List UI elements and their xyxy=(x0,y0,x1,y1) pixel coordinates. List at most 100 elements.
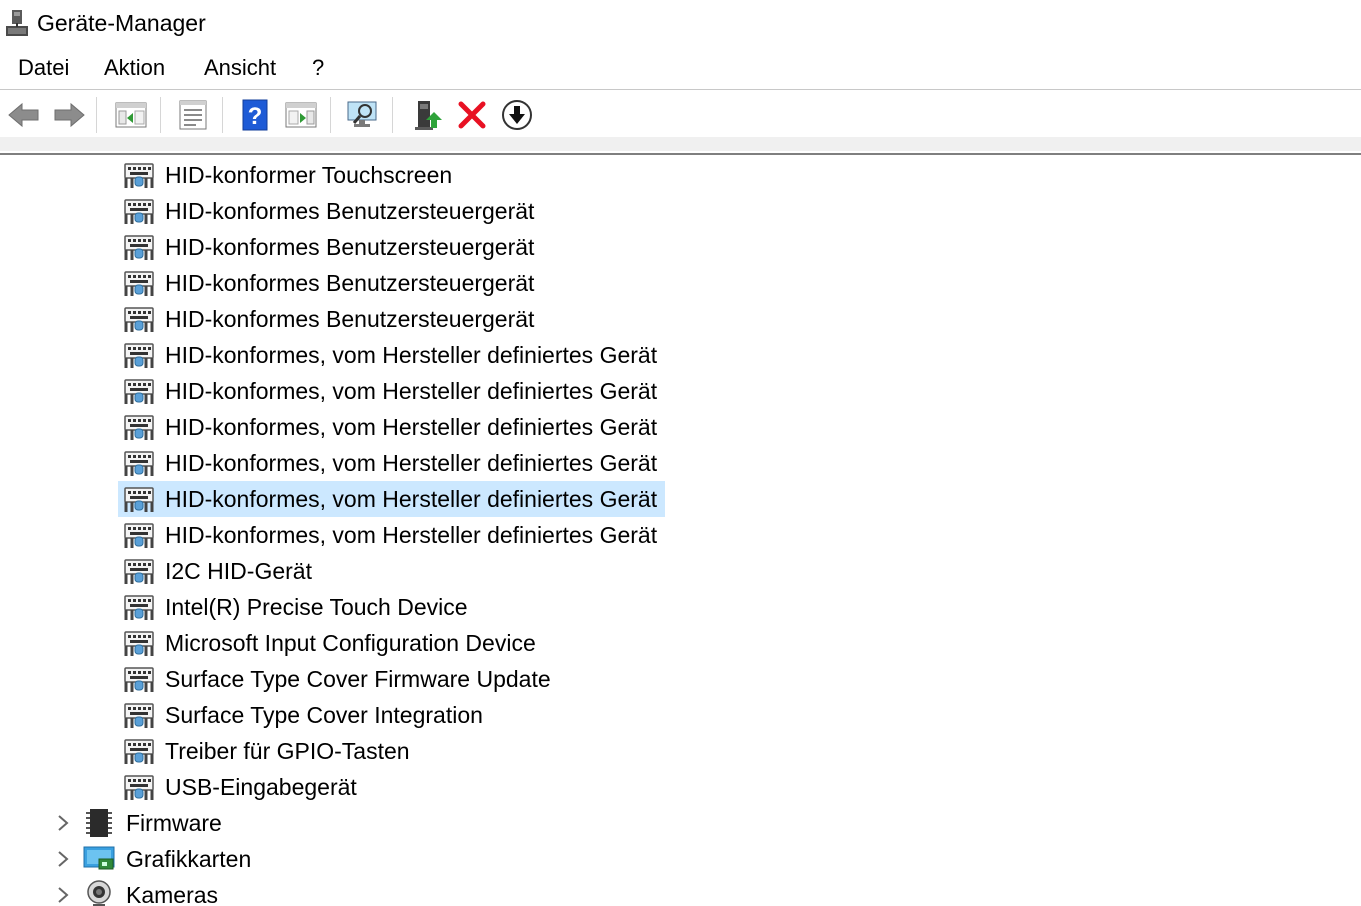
tree-item[interactable]: HID-konformes Benutzersteuergerät xyxy=(118,265,542,301)
properties-button[interactable] xyxy=(174,97,212,133)
tree-category[interactable]: Kameras xyxy=(82,877,218,906)
tree-item[interactable]: Treiber für GPIO-Tasten xyxy=(118,733,418,769)
tree-item-label: USB-Eingabegerät xyxy=(165,773,357,800)
back-icon xyxy=(8,102,39,128)
tree-item-label: Surface Type Cover Firmware Update xyxy=(165,665,551,692)
device-manager-window: Geräte-Manager Datei Aktion Ansicht ? ? … xyxy=(0,0,1361,906)
tree-category-label: Kameras xyxy=(126,881,219,906)
tree-category[interactable]: Firmware xyxy=(82,805,222,841)
toolbar-bottom-gap xyxy=(0,137,1361,151)
device-tree: HID-konformer Touchscreen HID-konformes B… xyxy=(0,153,1361,906)
properties-icon xyxy=(179,100,207,130)
hid-device-icon xyxy=(124,307,154,332)
tree-item-label: Intel(R) Precise Touch Device xyxy=(165,593,468,620)
hid-device-icon xyxy=(124,523,154,548)
help-icon: ? xyxy=(242,99,268,131)
run-action-button[interactable] xyxy=(282,97,320,133)
tree-category-label: Firmware xyxy=(126,809,222,836)
toolbar-separator xyxy=(392,97,393,133)
menu-ansicht[interactable]: Ansicht xyxy=(204,55,276,81)
tree-item[interactable]: HID-konformer Touchscreen xyxy=(118,157,460,193)
svg-text:?: ? xyxy=(248,103,263,130)
tree-item[interactable]: HID-konformes Benutzersteuergerät xyxy=(118,301,542,337)
help-button[interactable]: ? xyxy=(236,97,274,133)
tree-category[interactable]: Grafikkarten xyxy=(82,841,251,877)
uninstall-icon xyxy=(458,101,486,129)
hid-device-icon xyxy=(124,379,154,404)
hid-device-icon xyxy=(124,199,154,224)
tree-item[interactable]: HID-konformes, vom Hersteller definierte… xyxy=(118,517,665,553)
tree-item-label: I2C HID-Gerät xyxy=(165,557,312,584)
menu-datei[interactable]: Datei xyxy=(18,55,69,81)
tree-item[interactable]: HID-konformes Benutzersteuergerät xyxy=(118,229,542,265)
tree-item-label: HID-konformes, vom Hersteller definierte… xyxy=(165,485,658,512)
tree-item-label: HID-konformes, vom Hersteller definierte… xyxy=(165,341,658,368)
tree-item[interactable]: Surface Type Cover Integration xyxy=(118,697,491,733)
expand-chevron-icon[interactable] xyxy=(55,849,71,869)
tree-item-label: HID-konformes, vom Hersteller definierte… xyxy=(165,521,658,548)
scan-hardware-icon xyxy=(347,101,377,127)
menu-aktion[interactable]: Aktion xyxy=(104,55,165,81)
tree-item[interactable]: HID-konformes Benutzersteuergerät xyxy=(118,193,542,229)
tree-item[interactable]: HID-konformes, vom Hersteller definierte… xyxy=(118,445,665,481)
uninstall-button[interactable] xyxy=(453,97,491,133)
hid-device-icon xyxy=(124,451,154,476)
tree-item-label: HID-konformes, vom Hersteller definierte… xyxy=(165,377,658,404)
expand-chevron-icon[interactable] xyxy=(55,885,71,905)
tree-item-selected[interactable]: HID-konformes, vom Hersteller definierte… xyxy=(118,481,666,517)
hid-device-icon xyxy=(124,235,154,260)
title-bar: Geräte-Manager xyxy=(0,0,1361,46)
toolbar-separator xyxy=(96,97,97,133)
forward-icon xyxy=(54,102,85,128)
menu-bar: Datei Aktion Ansicht ? xyxy=(0,50,1361,88)
show-hide-console-tree-button[interactable] xyxy=(112,97,150,133)
hid-device-icon xyxy=(124,343,154,368)
toolbar-separator xyxy=(222,97,223,133)
hid-device-icon xyxy=(124,739,154,764)
camera-icon xyxy=(87,880,111,906)
back-button[interactable] xyxy=(5,97,43,133)
toolbar-separator xyxy=(330,97,331,133)
show-hide-console-tree-icon xyxy=(115,102,147,128)
tree-item-label: HID-konformer Touchscreen xyxy=(165,161,453,188)
hid-device-icon xyxy=(124,415,154,440)
hid-device-icon xyxy=(124,703,154,728)
tree-item-label: Surface Type Cover Integration xyxy=(165,701,483,728)
tree-item-label: HID-konformes, vom Hersteller definierte… xyxy=(165,413,658,440)
device-manager-icon xyxy=(6,10,28,36)
hid-device-icon xyxy=(124,595,154,620)
tree-item[interactable]: Intel(R) Precise Touch Device xyxy=(118,589,476,625)
tree-item-label: HID-konformes Benutzersteuergerät xyxy=(165,305,535,332)
update-driver-button[interactable] xyxy=(408,97,446,133)
forward-button[interactable] xyxy=(50,97,88,133)
tree-item-label: Treiber für GPIO-Tasten xyxy=(165,737,410,764)
disable-device-icon xyxy=(502,100,532,130)
tree-item-label: HID-konformes, vom Hersteller definierte… xyxy=(165,449,658,476)
tree-item[interactable]: Surface Type Cover Firmware Update xyxy=(118,661,559,697)
hid-device-icon xyxy=(124,667,154,692)
tree-item-label: HID-konformes Benutzersteuergerät xyxy=(165,233,535,260)
display-adapter-icon xyxy=(83,846,115,870)
disable-device-button[interactable] xyxy=(498,97,536,133)
tree-item-label: Microsoft Input Configuration Device xyxy=(165,629,536,656)
hid-device-icon xyxy=(124,163,154,188)
tree-item[interactable]: HID-konformes, vom Hersteller definierte… xyxy=(118,409,665,445)
tree-item-label: HID-konformes Benutzersteuergerät xyxy=(165,269,535,296)
hid-device-icon xyxy=(124,271,154,296)
scan-hardware-button[interactable] xyxy=(344,97,382,133)
hid-device-icon xyxy=(124,631,154,656)
tree-item[interactable]: USB-Eingabegerät xyxy=(118,769,365,805)
tree-item[interactable]: Microsoft Input Configuration Device xyxy=(118,625,544,661)
tree-item[interactable]: I2C HID-Gerät xyxy=(118,553,320,589)
tree-item-label: HID-konformes Benutzersteuergerät xyxy=(165,197,535,224)
hid-device-icon xyxy=(124,559,154,584)
window-title: Geräte-Manager xyxy=(37,10,206,36)
expand-chevron-icon[interactable] xyxy=(55,813,71,833)
hid-device-icon xyxy=(124,775,154,800)
menu-help[interactable]: ? xyxy=(312,55,324,81)
toolbar: ? xyxy=(0,91,1361,139)
tree-item[interactable]: HID-konformes, vom Hersteller definierte… xyxy=(118,337,665,373)
menu-divider xyxy=(0,89,1361,90)
firmware-chip-icon xyxy=(86,809,112,837)
tree-item[interactable]: HID-konformes, vom Hersteller definierte… xyxy=(118,373,665,409)
